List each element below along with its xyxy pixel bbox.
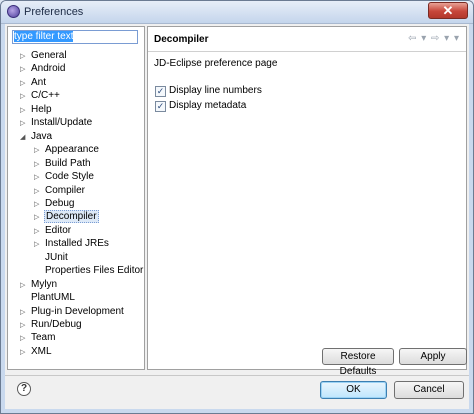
tree-item-general[interactable]: ▷ General	[20, 49, 68, 62]
tree-item-label: Decompiler	[44, 210, 99, 224]
tree-item-label: JUnit	[45, 251, 68, 263]
expand-arrow-icon[interactable]: ▷	[34, 144, 44, 157]
tree-item-properties-files-editor[interactable]: Properties Files Editor	[34, 264, 144, 277]
tree-item-code-style[interactable]: ▷ Code Style	[34, 170, 95, 183]
window-title: Preferences	[24, 6, 84, 18]
expand-arrow-icon[interactable]: ▷	[34, 171, 44, 184]
expand-arrow-icon[interactable]: ▷	[20, 346, 30, 359]
tree-item-appearance[interactable]: ▷ Appearance	[34, 143, 100, 156]
tree-item-label: Java	[31, 130, 53, 142]
tree-item-label: Compiler	[45, 184, 86, 196]
expand-arrow-icon[interactable]: ▷	[20, 50, 30, 63]
tree-item-plug-in-development[interactable]: ▷ Plug-in Development	[20, 305, 125, 318]
tree-item-label: Mylyn	[31, 278, 58, 290]
tree-item-installed-jres[interactable]: ▷ Installed JREs	[34, 237, 110, 250]
preferences-window: Preferences ✕ type filter text ▷ General ▷…	[0, 0, 474, 414]
expand-arrow-icon[interactable]: ▷	[34, 185, 44, 198]
expand-arrow-icon[interactable]: ▷	[20, 332, 30, 345]
tree-item-label: XML	[31, 345, 52, 357]
expand-arrow-icon[interactable]: ▷	[34, 198, 44, 211]
tree-item-decompiler[interactable]: ▷ Decompiler	[34, 210, 99, 224]
expanded-arrow-icon[interactable]: ◢	[20, 131, 30, 144]
page-description: JD-Eclipse preference page	[154, 58, 278, 69]
tree-item-android[interactable]: ▷ Android	[20, 62, 66, 75]
tree-item-label: Installed JREs	[45, 238, 109, 250]
display-metadata-checkbox[interactable]: ✓	[155, 101, 166, 112]
dialog-body: type filter text ▷ General ▷ Android ▷ Ant ▷ C/…	[5, 24, 469, 409]
tree-item-c-c-[interactable]: ▷ C/C++	[20, 89, 61, 102]
expand-arrow-icon[interactable]: ▷	[20, 104, 30, 117]
tree-item-xml[interactable]: ▷ XML	[20, 345, 53, 358]
tree-item-java[interactable]: ◢ Java	[20, 130, 53, 143]
cancel-button[interactable]: Cancel	[394, 381, 464, 399]
tree-item-label: Android	[31, 63, 66, 75]
title-bar[interactable]: Preferences ✕	[1, 1, 473, 24]
tree-item-label: Team	[31, 332, 56, 344]
tree-item-label: Help	[31, 103, 52, 115]
tree-item-mylyn[interactable]: ▷ Mylyn	[20, 278, 58, 291]
tree-item-label: Plug-in Development	[31, 305, 124, 317]
expand-arrow-icon[interactable]: ▷	[34, 225, 44, 238]
preference-page: Decompiler ⇦ ▾ ⇨ ▾ ▾ JD-Eclipse preferen…	[147, 26, 467, 377]
expand-arrow-icon[interactable]: ▷	[20, 77, 30, 90]
tree-item-debug[interactable]: ▷ Debug	[34, 197, 75, 210]
tree-item-label: C/C++	[31, 90, 60, 102]
display-metadata-option[interactable]: ✓ Display metadata	[155, 99, 246, 112]
tree-item-ant[interactable]: ▷ Ant	[20, 76, 47, 89]
display-line-numbers-option[interactable]: ✓ Display line numbers	[155, 84, 262, 97]
expand-arrow-icon[interactable]: ▷	[34, 158, 44, 171]
display-line-numbers-checkbox[interactable]: ✓	[155, 86, 166, 97]
tree-item-label: Editor	[45, 224, 72, 236]
tree-item-label: Debug	[45, 197, 75, 209]
tree-item-label: Run/Debug	[31, 319, 82, 330]
tree-item-editor[interactable]: ▷ Editor	[34, 224, 72, 237]
tree-item-plantuml[interactable]: PlantUML	[20, 291, 76, 304]
apply-button[interactable]: Apply	[399, 348, 467, 365]
filter-text: type filter text	[14, 31, 74, 42]
expand-arrow-icon[interactable]: ▷	[20, 63, 30, 76]
expand-arrow-icon[interactable]: ▷	[20, 117, 30, 130]
navigation-arrows-icon[interactable]: ⇦ ▾ ⇨ ▾ ▾	[408, 33, 460, 44]
tree-item-label: Build Path	[45, 157, 91, 169]
eclipse-icon	[7, 5, 20, 18]
tree-item-label: Install/Update	[31, 117, 93, 129]
tree-item-label: PlantUML	[31, 292, 75, 304]
expand-arrow-icon[interactable]: ▷	[20, 279, 30, 292]
tree-item-team[interactable]: ▷ Team	[20, 331, 56, 344]
expand-arrow-icon[interactable]: ▷	[34, 238, 44, 251]
filter-input[interactable]: type filter text	[12, 30, 138, 44]
display-line-numbers-label: Display line numbers	[169, 85, 262, 96]
tree-item-label: General	[31, 50, 67, 61]
tree-item-label: Appearance	[45, 144, 99, 156]
expand-arrow-icon[interactable]: ▷	[20, 319, 30, 332]
restore-defaults-button[interactable]: Restore Defaults	[322, 348, 394, 377]
tree-item-label: Properties Files Editor	[45, 265, 144, 277]
expand-arrow-icon[interactable]: ▷	[34, 211, 44, 224]
tree-item-junit[interactable]: JUnit	[34, 251, 69, 264]
tree-item-help[interactable]: ▷ Help	[20, 103, 53, 116]
expand-arrow-icon[interactable]: ▷	[20, 90, 30, 103]
preference-tree-panel: type filter text ▷ General ▷ Android ▷ Ant ▷ C/…	[7, 26, 145, 370]
close-button[interactable]: ✕	[428, 2, 468, 19]
tree-item-run-debug[interactable]: ▷ Run/Debug	[20, 318, 83, 331]
tree-item-label: Ant	[31, 76, 47, 88]
page-header: Decompiler ⇦ ▾ ⇨ ▾ ▾	[148, 27, 466, 52]
page-title: Decompiler	[154, 34, 209, 45]
tree-item-compiler[interactable]: ▷ Compiler	[34, 184, 86, 197]
ok-button[interactable]: OK	[320, 381, 387, 399]
tree-item-install-update[interactable]: ▷ Install/Update	[20, 116, 93, 129]
tree-item-build-path[interactable]: ▷ Build Path	[34, 157, 92, 170]
display-metadata-label: Display metadata	[169, 100, 247, 111]
expand-arrow-icon[interactable]: ▷	[20, 306, 30, 319]
tree-item-label: Code Style	[45, 171, 94, 183]
footer-separator	[5, 375, 469, 376]
help-icon[interactable]: ?	[17, 382, 31, 396]
